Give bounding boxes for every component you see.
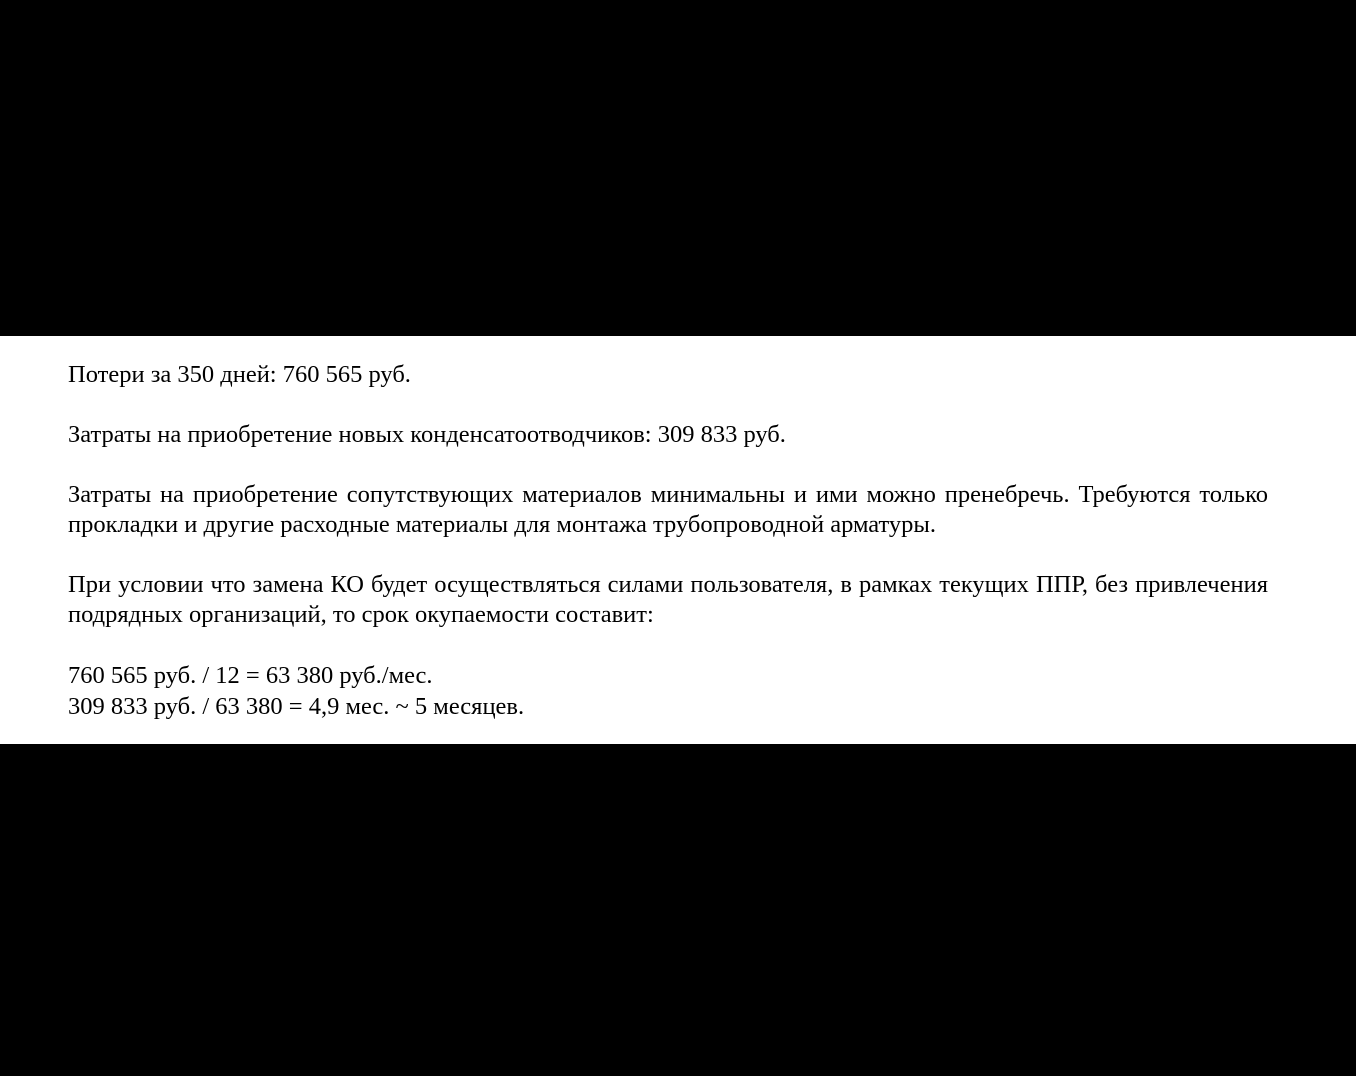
paragraph-payback-condition: При условии что замена КО будет осуществ… xyxy=(68,571,1268,628)
screen: Потери за 350 дней: 760 565 руб. Затраты… xyxy=(0,0,1356,1076)
calculation-monthly: 760 565 руб. / 12 = 63 380 руб./мес. xyxy=(68,662,433,689)
paragraph-materials: Затраты на приобретение сопутствующих ма… xyxy=(68,481,1268,538)
paragraph-purchase-costs: Затраты на приобретение новых конденсато… xyxy=(68,421,786,448)
paragraph-losses: Потери за 350 дней: 760 565 руб. xyxy=(68,361,411,388)
calculation-block: 760 565 руб. / 12 = 63 380 руб./мес. 309… xyxy=(68,660,1268,722)
calculation-payback: 309 833 руб. / 63 380 = 4,9 мес. ~ 5 мес… xyxy=(68,693,525,720)
document-body: Потери за 350 дней: 760 565 руб. Затраты… xyxy=(68,360,1268,722)
